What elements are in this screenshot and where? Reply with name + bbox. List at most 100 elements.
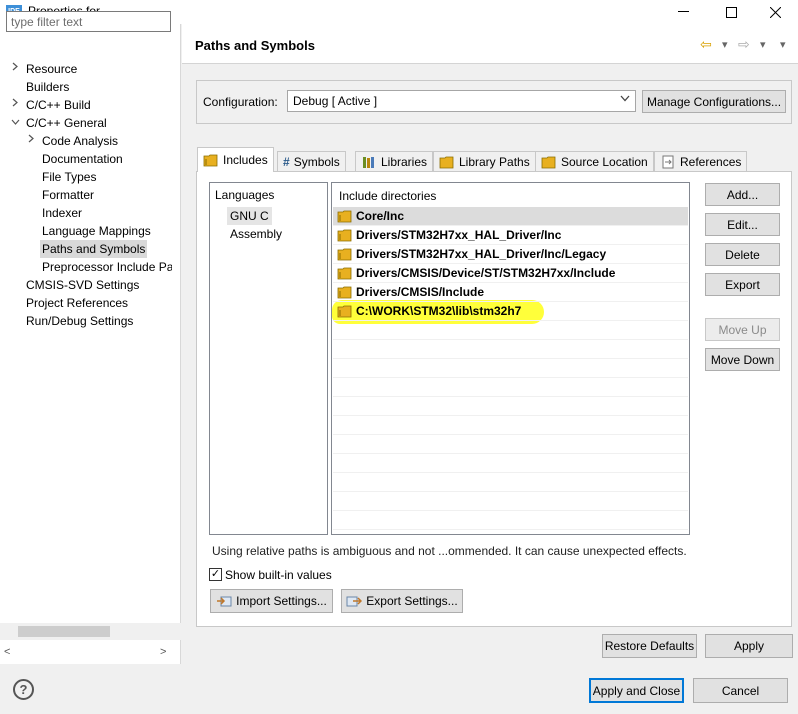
language-item-assembly[interactable]: Assembly xyxy=(227,225,285,243)
include-path: C:\WORK\STM32\lib\stm32h7 xyxy=(356,304,522,318)
import-settings-button[interactable]: Import Settings... xyxy=(210,589,333,613)
references-icon xyxy=(662,155,674,168)
manage-configurations-button[interactable]: Manage Configurations... xyxy=(642,90,786,113)
tree-item-documentation[interactable]: Documentation xyxy=(42,150,123,168)
tree-item-run-debug-settings[interactable]: Run/Debug Settings xyxy=(26,312,133,330)
delete-button[interactable]: Delete xyxy=(705,243,780,266)
show-builtin-checkbox[interactable]: ✓ xyxy=(209,568,222,581)
include-path: Core/Inc xyxy=(356,209,405,223)
tree-item-code-analysis[interactable]: Code Analysis xyxy=(42,132,118,150)
minimize-button[interactable] xyxy=(660,0,706,24)
tab-references[interactable]: References xyxy=(654,151,748,171)
tree-item-cpp-build[interactable]: C/C++ Build xyxy=(26,96,91,114)
folder-icon xyxy=(439,156,454,168)
chevron-down-icon[interactable] xyxy=(10,114,20,132)
include-folder-icon xyxy=(337,267,352,280)
forward-menu-icon[interactable]: ▾ xyxy=(760,38,766,51)
apply-button[interactable]: Apply xyxy=(705,634,793,658)
move-down-button[interactable]: Move Down xyxy=(705,348,780,371)
export-icon xyxy=(346,596,363,607)
tree-item-indexer[interactable]: Indexer xyxy=(42,204,82,222)
scroll-right-icon[interactable]: > xyxy=(160,646,166,658)
table-row[interactable] xyxy=(333,321,688,340)
include-folder-icon xyxy=(337,229,352,242)
hash-icon: # xyxy=(283,154,290,169)
include-row[interactable]: C:\WORK\STM32\lib\stm32h7 xyxy=(333,302,688,321)
close-icon xyxy=(769,6,781,18)
back-menu-icon[interactable]: ▾ xyxy=(722,38,728,51)
relative-paths-warning: Using relative paths is ambiguous and no… xyxy=(212,544,687,558)
tab-library-paths[interactable]: Library Paths xyxy=(433,151,536,171)
import-icon xyxy=(217,596,232,607)
chevron-right-icon[interactable] xyxy=(10,96,20,114)
import-settings-label: Import Settings... xyxy=(236,594,327,608)
language-item-gnu-c[interactable]: GNU C xyxy=(227,207,272,225)
back-icon[interactable]: ⇦ xyxy=(700,36,712,53)
chevron-right-icon[interactable] xyxy=(10,60,20,78)
export-settings-label: Export Settings... xyxy=(366,594,458,608)
tree-item-formatter[interactable]: Formatter xyxy=(42,186,94,204)
configuration-label: Configuration: xyxy=(203,95,278,109)
tree-item-cmsis-svd-settings[interactable]: CMSIS-SVD Settings xyxy=(26,276,139,294)
tab-symbols[interactable]: # Symbols xyxy=(277,151,346,171)
cancel-button[interactable]: Cancel xyxy=(693,678,788,703)
tree-item-file-types[interactable]: File Types xyxy=(42,168,96,186)
export-settings-button[interactable]: Export Settings... xyxy=(341,589,463,613)
tree-item-language-mappings[interactable]: Language Mappings xyxy=(42,222,151,240)
include-path: Drivers/CMSIS/Device/ST/STM32H7xx/Includ… xyxy=(356,266,616,280)
filter-input[interactable] xyxy=(6,11,171,32)
add-button[interactable]: Add... xyxy=(705,183,780,206)
include-path: Drivers/STM32H7xx_HAL_Driver/Inc xyxy=(356,228,562,242)
close-button[interactable] xyxy=(752,0,798,24)
tab-includes[interactable]: Includes xyxy=(197,147,274,172)
library-icon xyxy=(363,156,374,168)
export-button[interactable]: Export xyxy=(705,273,780,296)
table-row[interactable] xyxy=(333,359,688,378)
tree-item-cpp-general[interactable]: C/C++ General xyxy=(26,114,107,132)
table-row[interactable] xyxy=(333,416,688,435)
include-path: Drivers/CMSIS/Include xyxy=(356,285,485,299)
tree-item-preprocessor-include-paths[interactable]: Preprocessor Include Pat xyxy=(42,258,172,276)
include-folder-icon xyxy=(337,305,352,318)
configuration-select[interactable]: Debug [ Active ] xyxy=(287,90,636,112)
chevron-right-icon[interactable] xyxy=(26,132,36,150)
include-row[interactable]: Drivers/CMSIS/Device/ST/STM32H7xx/Includ… xyxy=(333,264,688,283)
tree-item-resource[interactable]: Resource xyxy=(26,60,77,78)
view-menu-icon[interactable]: ▾ xyxy=(780,38,786,51)
apply-and-close-button[interactable]: Apply and Close xyxy=(589,678,684,703)
include-folder-icon xyxy=(337,248,352,261)
table-row[interactable] xyxy=(333,397,688,416)
tab-label: Library Paths xyxy=(459,154,530,169)
chevron-down-icon[interactable] xyxy=(620,93,630,105)
tab-libraries[interactable]: Libraries xyxy=(355,151,434,171)
include-row[interactable]: Drivers/STM32H7xx_HAL_Driver/Inc xyxy=(333,226,688,245)
include-row[interactable]: Drivers/CMSIS/Include xyxy=(333,283,688,302)
table-row[interactable] xyxy=(333,492,688,511)
forward-icon[interactable]: ⇨ xyxy=(738,36,750,53)
scrollbar-thumb[interactable] xyxy=(18,626,110,637)
tree-item-paths-and-symbols[interactable]: Paths and Symbols xyxy=(40,240,148,258)
table-row[interactable] xyxy=(333,473,688,492)
include-row[interactable]: Core/Inc xyxy=(333,207,688,226)
include-row[interactable]: Drivers/STM32H7xx_HAL_Driver/Inc/Legacy xyxy=(333,245,688,264)
tree-item-builders[interactable]: Builders xyxy=(26,78,69,96)
tree-item-project-references[interactable]: Project References xyxy=(26,294,128,312)
page-title: Paths and Symbols xyxy=(195,38,315,53)
help-icon[interactable]: ? xyxy=(13,679,34,700)
table-row[interactable] xyxy=(333,378,688,397)
table-row[interactable] xyxy=(333,340,688,359)
maximize-button[interactable] xyxy=(708,0,754,24)
table-row[interactable] xyxy=(333,511,688,530)
show-builtin-label[interactable]: Show built-in values xyxy=(225,568,332,582)
restore-defaults-button[interactable]: Restore Defaults xyxy=(602,634,697,658)
tab-source-location[interactable]: Source Location xyxy=(535,151,654,171)
scroll-left-icon[interactable]: < xyxy=(4,646,10,658)
include-folder-icon xyxy=(337,286,352,299)
minimize-icon xyxy=(677,11,689,12)
folder-icon xyxy=(541,156,556,168)
move-up-button[interactable]: Move Up xyxy=(705,318,780,341)
table-row[interactable] xyxy=(333,435,688,454)
include-path: Drivers/STM32H7xx_HAL_Driver/Inc/Legacy xyxy=(356,247,607,261)
edit-button[interactable]: Edit... xyxy=(705,213,780,236)
table-row[interactable] xyxy=(333,454,688,473)
